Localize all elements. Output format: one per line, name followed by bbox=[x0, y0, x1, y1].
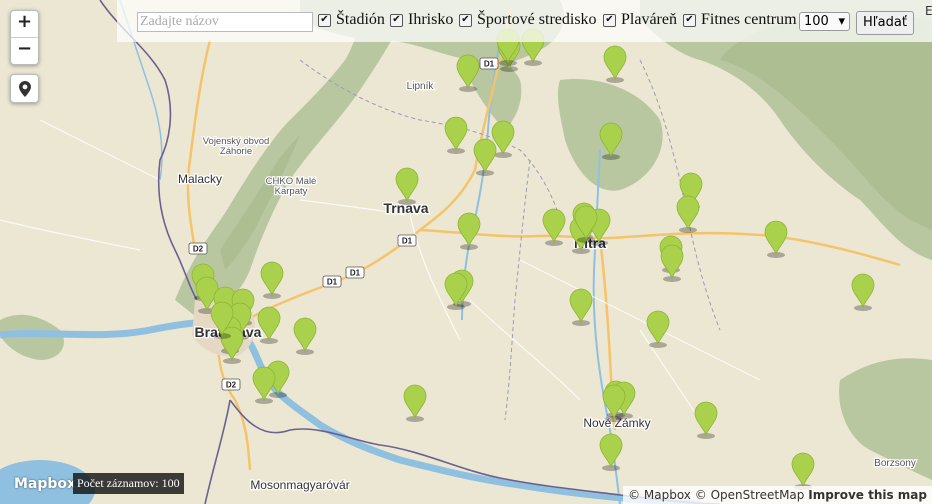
corner-label: E bbox=[925, 4, 932, 18]
checkbox-icon[interactable]: ✔ bbox=[683, 13, 696, 27]
map-attribution: © Mapbox © OpenStreetMap Improve this ma… bbox=[623, 486, 932, 504]
osm-attribution-link[interactable]: © OpenStreetMap bbox=[695, 488, 805, 502]
label-lipnik: Lipník bbox=[407, 81, 435, 92]
label-borzsony: Borzsony bbox=[874, 458, 916, 469]
road-shield: D1 bbox=[397, 234, 417, 247]
limit-select-value: 100 bbox=[804, 14, 829, 29]
road-shield: D2 bbox=[221, 378, 241, 391]
filter-sports-center-checkbox[interactable]: ✔ Športové stredisko bbox=[459, 11, 597, 29]
label-karpaty: Karpaty bbox=[275, 186, 308, 197]
label-zahorie: Záhorie bbox=[220, 146, 252, 157]
road-shield: D1 bbox=[479, 57, 499, 70]
checkbox-icon[interactable]: ✔ bbox=[318, 13, 331, 27]
filter-label: Plaváreň bbox=[621, 11, 677, 28]
mapbox-attribution-link[interactable]: © Mapbox bbox=[628, 488, 691, 502]
filter-stadium-checkbox[interactable]: ✔ Štadión bbox=[318, 11, 385, 29]
checkbox-icon[interactable]: ✔ bbox=[459, 13, 472, 27]
filter-playground-checkbox[interactable]: ✔ Ihrisko bbox=[390, 11, 453, 29]
filter-label: Štadión bbox=[336, 11, 385, 28]
road-shield: D2 bbox=[188, 242, 208, 255]
limit-select[interactable]: 100 ▾ bbox=[799, 12, 850, 31]
road-shield: D1 bbox=[322, 275, 342, 288]
filter-bar: ✔ Štadión ✔ Ihrisko ✔ Športové stredisko ✔ P… bbox=[117, 0, 932, 42]
road-shield-label: D2 bbox=[193, 245, 204, 254]
chevron-down-icon: ▾ bbox=[838, 14, 845, 29]
label-mosonmagyarovar: Mosonmagyaróvár bbox=[250, 478, 349, 492]
filter-swimming-pool-checkbox[interactable]: ✔ Plaváreň bbox=[603, 11, 677, 29]
map-canvas[interactable]: D1 D1 D1 D1 D2 D2 Trnava Malacky Lipník … bbox=[0, 0, 932, 504]
zoom-out-button[interactable]: − bbox=[11, 37, 38, 64]
checkbox-icon[interactable]: ✔ bbox=[603, 13, 616, 27]
improve-map-link[interactable]: Improve this map bbox=[808, 488, 927, 502]
filter-label: Športové stredisko bbox=[477, 11, 597, 28]
road-shield-label: D1 bbox=[484, 60, 495, 69]
filter-label: Fitnes centrum bbox=[701, 11, 797, 28]
road-shield: D1 bbox=[345, 266, 365, 279]
record-count: Počet záznamov: 100 bbox=[73, 473, 184, 494]
zoom-control: + − bbox=[10, 10, 39, 65]
filter-fitness-center-checkbox[interactable]: ✔ Fitnes centrum bbox=[683, 11, 797, 29]
zoom-in-button[interactable]: + bbox=[11, 11, 38, 37]
checkbox-icon[interactable]: ✔ bbox=[390, 13, 403, 27]
filter-label: Ihrisko bbox=[408, 11, 454, 28]
search-input[interactable] bbox=[137, 12, 313, 32]
road-shield-label: D1 bbox=[350, 269, 361, 278]
label-malacky: Malacky bbox=[178, 172, 222, 186]
locate-button[interactable] bbox=[10, 74, 39, 103]
road-shield-label: D1 bbox=[402, 237, 413, 246]
road-shield-label: D2 bbox=[226, 381, 237, 390]
location-pin-icon bbox=[18, 80, 31, 97]
search-button[interactable]: Hľadať bbox=[856, 11, 914, 35]
road-shield-label: D1 bbox=[327, 278, 338, 287]
mapbox-logo[interactable]: Mapbox bbox=[14, 476, 76, 492]
